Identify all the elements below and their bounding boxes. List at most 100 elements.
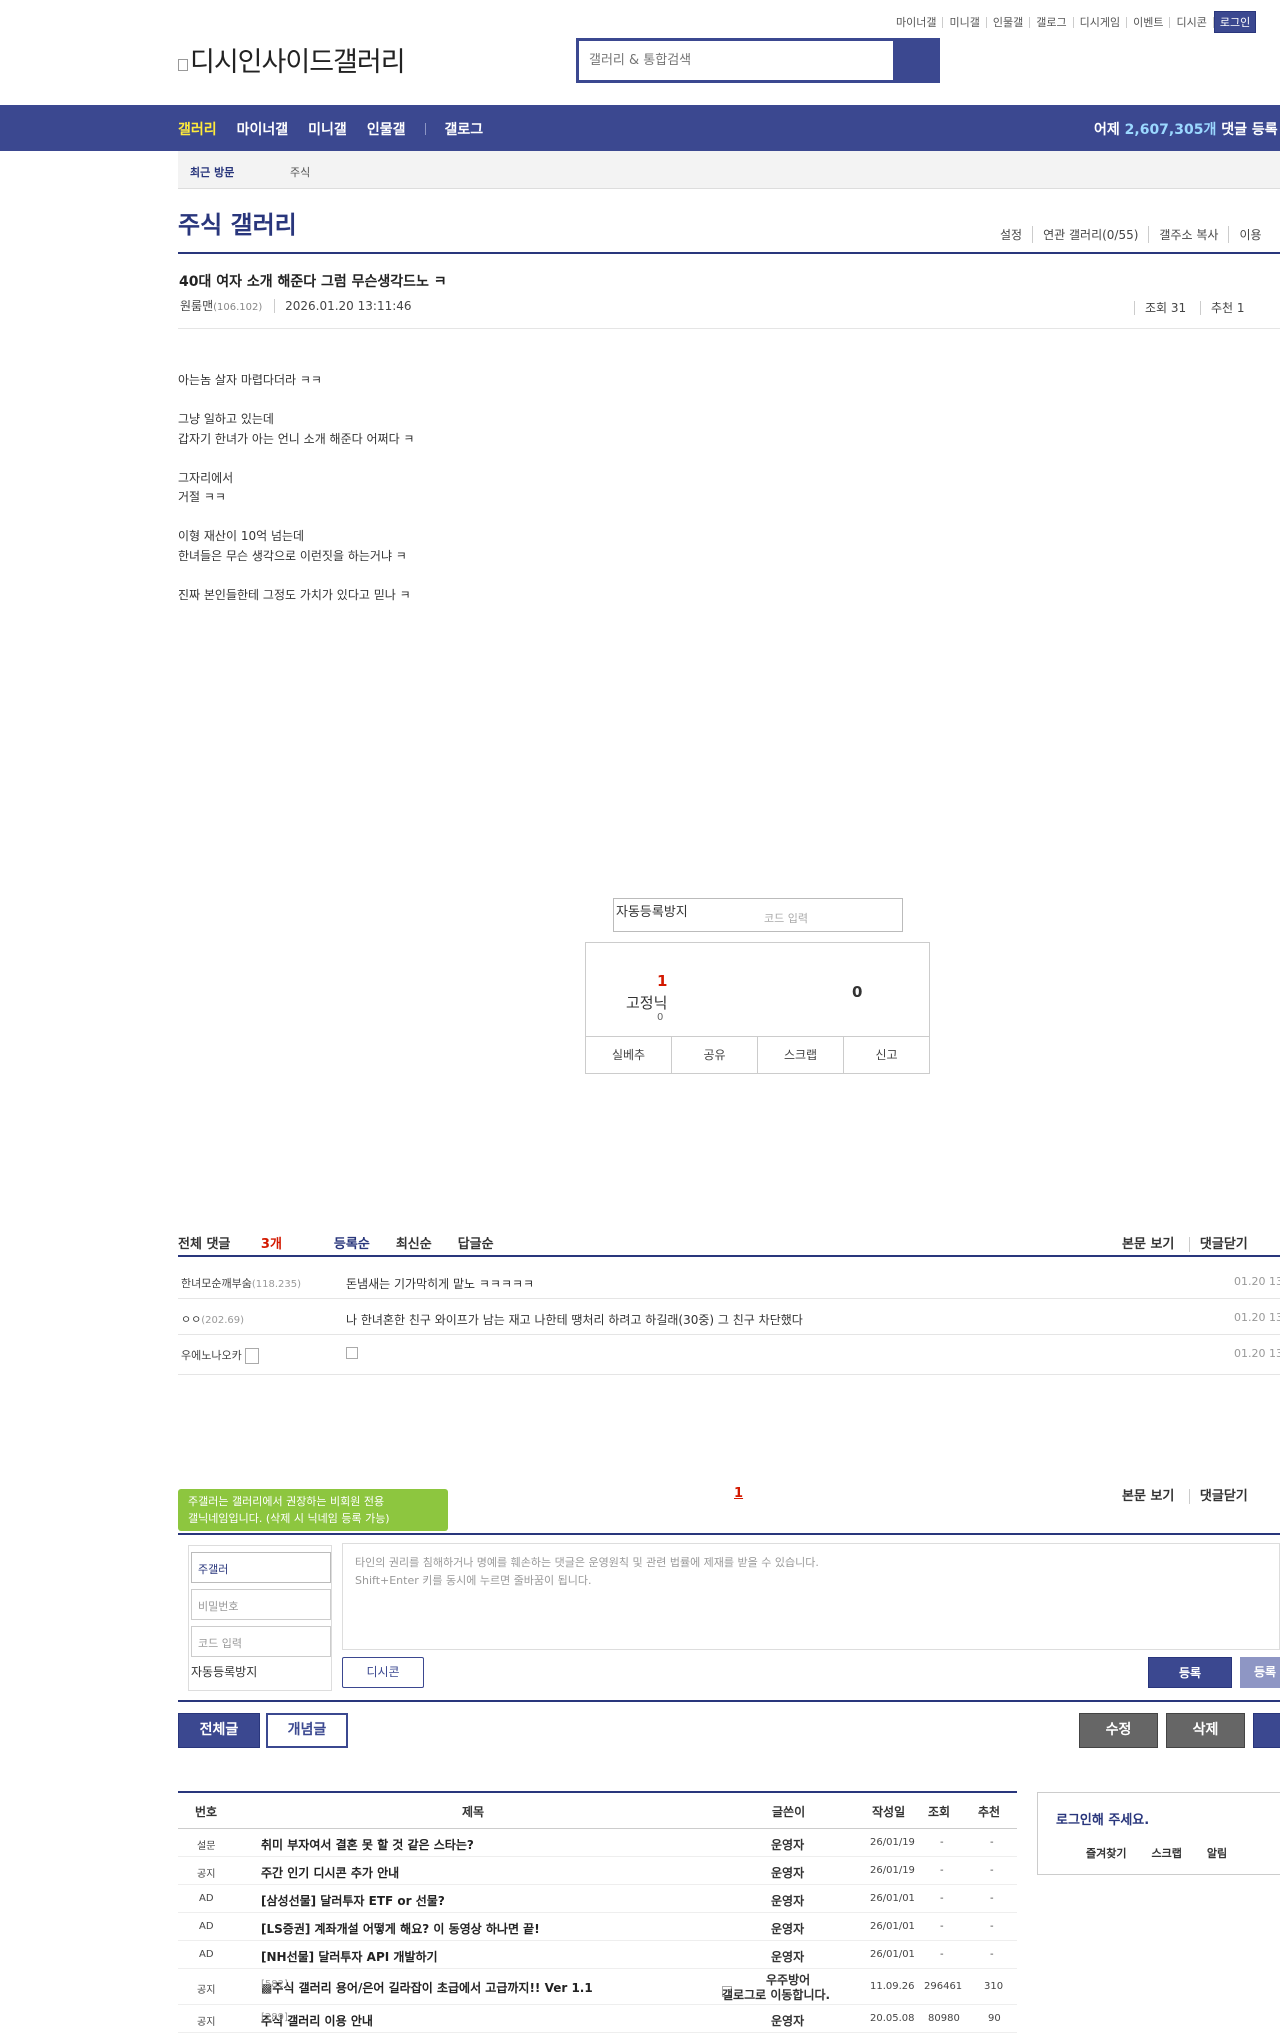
list-row[interactable]: AD [NH선물] 달러투자 API 개발하기 운영자 26/01/01 - -	[178, 1941, 1017, 1969]
nickname-field[interactable]: 주갤러	[191, 1552, 331, 1583]
concept-posts-button[interactable]: 개념글	[266, 1713, 348, 1748]
post-line: 갑자기 한녀가 아는 언니 소개 해준다 어쩌다 ㅋ	[178, 431, 415, 446]
util-link-game[interactable]: 디시게임	[1074, 16, 1128, 28]
row-writer[interactable]: 운영자	[771, 2012, 804, 2029]
scrap-link[interactable]: 스크랩	[1151, 1845, 1206, 1861]
gallery-settings[interactable]: 설정	[992, 226, 1032, 243]
notifications-link[interactable]: 알림	[1207, 1845, 1252, 1861]
list-row[interactable]: 공지 주간 인기 디시콘 추가 안내 운영자 26/01/19 - -	[178, 1857, 1017, 1885]
close-comments-button[interactable]: 댓글닫기	[1188, 1237, 1258, 1252]
post-title: 40대 여자 소개 해준다 그럼 무슨생각드노 ㅋ	[179, 274, 447, 290]
close-comments-button-bottom[interactable]: 댓글닫기	[1188, 1489, 1258, 1504]
list-row[interactable]: 설문 취미 부자여서 결혼 못 할 것 같은 스타는? 운영자 26/01/19…	[178, 1829, 1017, 1857]
comment-notice-2: Shift+Enter 키를 동시에 누르면 줄바꿈이 됩니다.	[355, 1574, 592, 1587]
copy-gallery-url[interactable]: 갤주소 복사	[1148, 226, 1228, 243]
util-link-minor[interactable]: 마이너갤	[890, 16, 944, 28]
comment-nick[interactable]: 우에노나오카	[181, 1347, 259, 1364]
delete-button[interactable]: 삭제	[1166, 1713, 1245, 1748]
view-body-button[interactable]: 본문 보기	[1122, 1237, 1184, 1252]
count-value: 2,607,305개	[1124, 122, 1217, 138]
search-button[interactable]	[893, 41, 937, 80]
comment-notice-1: 타인의 권리를 침해하거나 명예를 훼손하는 댓글은 운영원칙 및 관련 법률에…	[355, 1556, 819, 1569]
sort-by-register[interactable]: 등록순	[334, 1233, 370, 1252]
gallery-title[interactable]: 주식 갤러리	[178, 205, 297, 240]
comment-nick-ip: (202.69)	[201, 1315, 245, 1326]
row-recommend: -	[990, 1893, 994, 1904]
col-number: 번호	[195, 1805, 218, 1819]
dccon-button[interactable]: 디시콘	[342, 1657, 424, 1688]
favorites-link[interactable]: 즐겨찾기	[1038, 1845, 1151, 1861]
recommend-box: 1 고정닉 0 0 실베추 공유 스크랩 신고	[585, 942, 930, 1074]
captcha-image: 자동등록방지	[616, 905, 688, 920]
captcha-code-input[interactable]: 코드 입력	[764, 910, 808, 926]
view-body-button-bottom[interactable]: 본문 보기	[1122, 1489, 1184, 1504]
row-writer[interactable]: 운영자	[771, 1948, 804, 1965]
report-button[interactable]: 신고	[843, 1037, 929, 1073]
comment-total-label: 전체 댓글	[178, 1237, 231, 1252]
gallery-options: 설정 연관 갤러리(0/55) 갤주소 복사 이용	[992, 226, 1272, 243]
comment-textarea[interactable]: 타인의 권리를 침해하거나 명예를 훼손하는 댓글은 운영원칙 및 관련 법률에…	[342, 1543, 1280, 1650]
scrap-button[interactable]: 스크랩	[757, 1037, 843, 1073]
row-views: 80980	[928, 2013, 960, 2024]
row-writer[interactable]: 운영자	[771, 1892, 804, 1909]
row-writer[interactable]: 운영자	[771, 1920, 804, 1937]
comment-date: 01.20 13	[1234, 1275, 1280, 1288]
comment-nick-ip: (118.235)	[251, 1279, 301, 1290]
comment-nick[interactable]: ㅇㅇ(202.69)	[181, 1311, 244, 1327]
post-line	[178, 566, 414, 586]
edit-button[interactable]: 수정	[1079, 1713, 1158, 1748]
util-link-dccon[interactable]: 디시콘	[1170, 16, 1214, 28]
util-link-person[interactable]: 인물갤	[987, 16, 1031, 28]
code-field[interactable]: 코드 입력	[191, 1626, 331, 1657]
util-link-mini[interactable]: 미니갤	[943, 16, 987, 28]
logo-alt-text: 디시인사이드갤러리	[190, 47, 406, 78]
nav-mini[interactable]: 미니갤	[308, 119, 347, 139]
login-prompt[interactable]: 로그인해 주세요.	[1056, 1809, 1149, 1828]
comment-dccon-image	[346, 1347, 358, 1362]
nav-gallog[interactable]: 갤로그	[444, 119, 483, 139]
comment-nick-name: 한녀모순깨부숨	[181, 1277, 252, 1290]
comment-submit-recommend-button[interactable]: 등록	[1240, 1657, 1280, 1688]
all-posts-button[interactable]: 전체글	[178, 1713, 260, 1748]
util-link-event[interactable]: 이벤트	[1127, 16, 1171, 28]
list-row[interactable]: AD [LS증권] 계좌개설 어떻게 해요? 이 동영상 하나면 끝! 운영자 …	[178, 1913, 1017, 1941]
comment-row: 우에노나오카 01.20 13	[178, 1335, 1280, 1375]
write-button[interactable]	[1253, 1713, 1280, 1748]
related-galleries[interactable]: 연관 갤러리(0/55)	[1032, 226, 1148, 243]
list-row[interactable]: AD [삼성선물] 달러투자 ETF or 선물? 운영자 26/01/01 -…	[178, 1885, 1017, 1913]
post-author[interactable]: 원룸맨	[180, 299, 213, 313]
util-link-gallog[interactable]: 갤로그	[1030, 16, 1074, 28]
comment-nick[interactable]: 한녀모순깨부숨(118.235)	[181, 1275, 301, 1291]
login-button[interactable]: 로그인	[1213, 11, 1257, 33]
recent-visit-item[interactable]: 주식	[290, 164, 310, 180]
logo-broken-image-icon	[178, 59, 188, 71]
nav-minor[interactable]: 마이너갤	[237, 119, 289, 139]
share-button[interactable]: 공유	[671, 1037, 757, 1073]
post-recommend-count: 추천 1	[1200, 301, 1255, 315]
row-date: 26/01/01	[870, 1893, 915, 1904]
site-logo[interactable]: 디시인사이드갤러리	[178, 40, 406, 79]
row-writer[interactable]: 운영자	[771, 1836, 804, 1853]
row-views: -	[940, 1837, 944, 1848]
list-row[interactable]: 공지 ▩주식 갤러리 용어/은어 길라잡이 초급에서 고급까지!! Ver 1.…	[178, 1969, 1017, 2005]
list-row[interactable]: 공지 주식 갤러리 이용 안내 [289] 운영자 20.05.08 80980…	[178, 2005, 1017, 2033]
row-writer[interactable]: 운영자	[771, 1864, 804, 1881]
comment-date: 01.20 13	[1234, 1311, 1280, 1324]
comment-text: 돈냄새는 기가막히게 맡노 ㅋㅋㅋㅋㅋ	[346, 1277, 535, 1291]
row-date: 11.09.26	[870, 1981, 915, 1992]
fixed-nick-image[interactable]: 고정닉	[626, 992, 667, 1013]
recommend-down-count[interactable]: 0	[852, 983, 862, 1001]
comment-submit-button[interactable]: 등록	[1148, 1657, 1232, 1688]
comment-page-1[interactable]: 1	[734, 1486, 743, 1501]
row-title-text: ▩주식 갤러리 용어/은어 길라잡이 초급에서 고급까지!! Ver 1.1	[261, 1981, 593, 1995]
password-field[interactable]: 비밀번호	[191, 1589, 331, 1620]
silbe-recommend-button[interactable]: 실베추	[586, 1037, 671, 1073]
gallery-divider	[178, 252, 1280, 254]
search-input[interactable]	[579, 41, 893, 80]
gallery-usage[interactable]: 이용	[1228, 226, 1271, 243]
nav-gallery[interactable]: 갤러리	[178, 119, 217, 139]
sort-by-latest[interactable]: 최신순	[396, 1233, 432, 1252]
nav-person[interactable]: 인물갤	[367, 119, 406, 139]
sort-by-reply[interactable]: 답글순	[458, 1233, 494, 1252]
login-sidebox: 로그인해 주세요. 즐겨찾기 스크랩 알림	[1037, 1792, 1280, 1875]
